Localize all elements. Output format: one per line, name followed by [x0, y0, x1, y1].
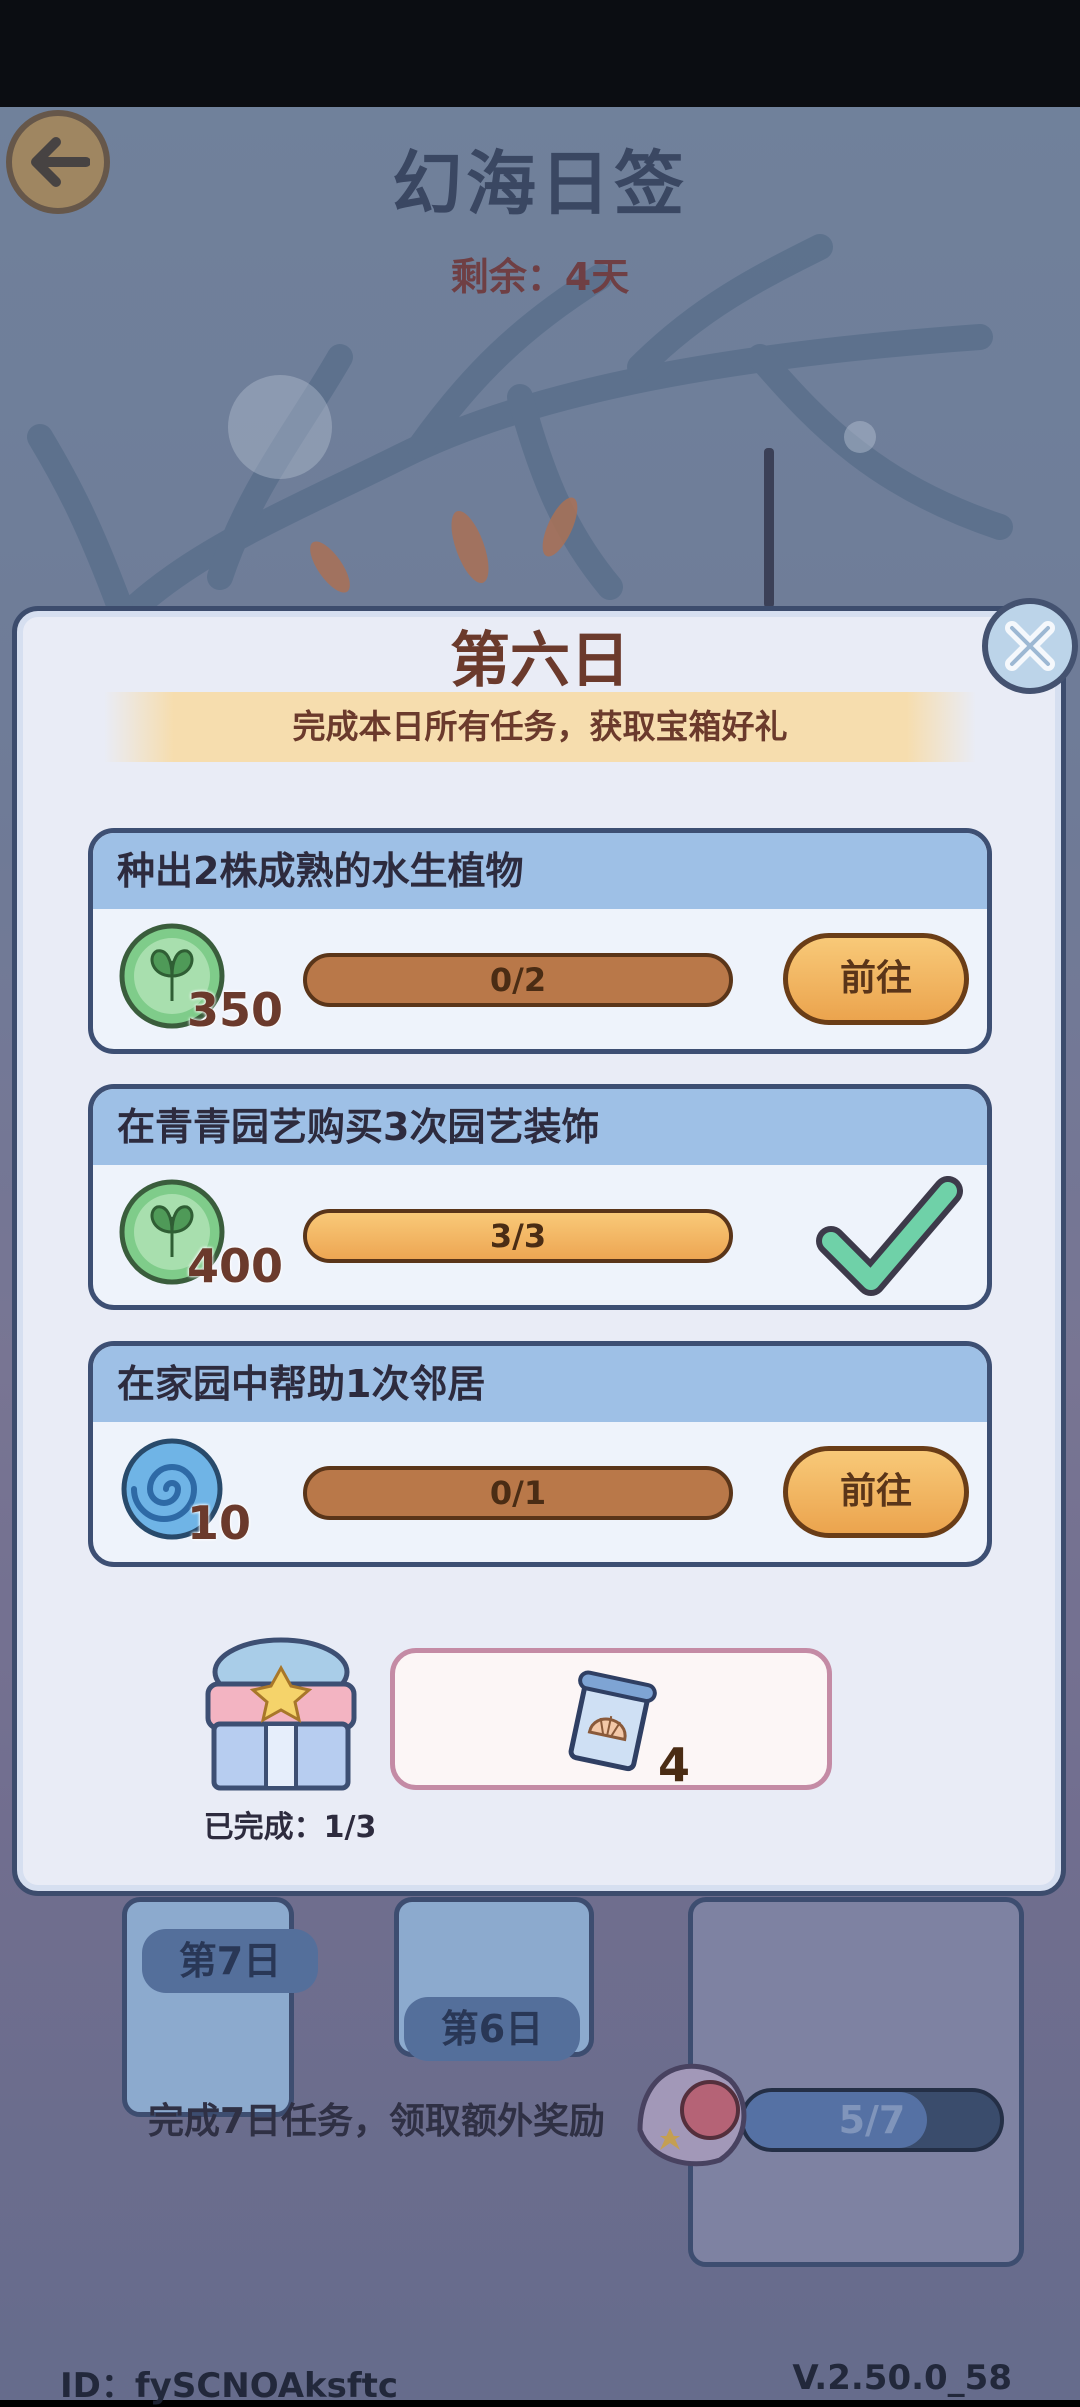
- task-card: 在青青园艺购买3次园艺装饰 400 3/3: [88, 1084, 992, 1310]
- task-progress-text: 0/1: [489, 1474, 547, 1512]
- chest-reward-amount: 4: [658, 1738, 691, 1792]
- task-title: 种出2株成熟的水生植物: [117, 849, 524, 893]
- task-progress-bar: 0/2: [303, 953, 733, 1007]
- task-progress-bar: 3/3: [303, 1209, 733, 1263]
- treasure-chest-icon[interactable]: [196, 1634, 366, 1794]
- task-header: 种出2株成熟的水生植物: [93, 833, 987, 909]
- task-card: 种出2株成熟的水生植物 350 0/2 前往: [88, 828, 992, 1054]
- task-title: 在家园中帮助1次邻居: [117, 1362, 486, 1406]
- reward-amount: 350: [187, 983, 284, 1037]
- reward-amount: 10: [187, 1496, 252, 1550]
- task-progress-text: 3/3: [489, 1217, 547, 1255]
- task-card: 在家园中帮助1次邻居 10 0/1 前往: [88, 1341, 992, 1567]
- checkmark-icon: [816, 1176, 963, 1296]
- reward-amount: 400: [187, 1239, 284, 1293]
- go-button[interactable]: 前往: [783, 933, 969, 1025]
- task-header: 在青青园艺购买3次园艺装饰: [93, 1089, 987, 1165]
- task-progress-text: 0/2: [489, 961, 547, 999]
- task-header: 在家园中帮助1次邻居: [93, 1346, 987, 1422]
- shell-ticket-icon: [568, 1670, 657, 1772]
- dialog-subtitle: 完成本日所有任务，获取宝箱好礼: [104, 692, 976, 762]
- dialog-title: 第六日: [450, 626, 630, 696]
- go-button[interactable]: 前往: [783, 1446, 969, 1538]
- task-progress-bar: 0/1: [303, 1466, 733, 1520]
- task-title: 在青青园艺购买3次园艺装饰: [117, 1105, 600, 1149]
- completed-count: 已完成：1/3: [203, 1810, 377, 1845]
